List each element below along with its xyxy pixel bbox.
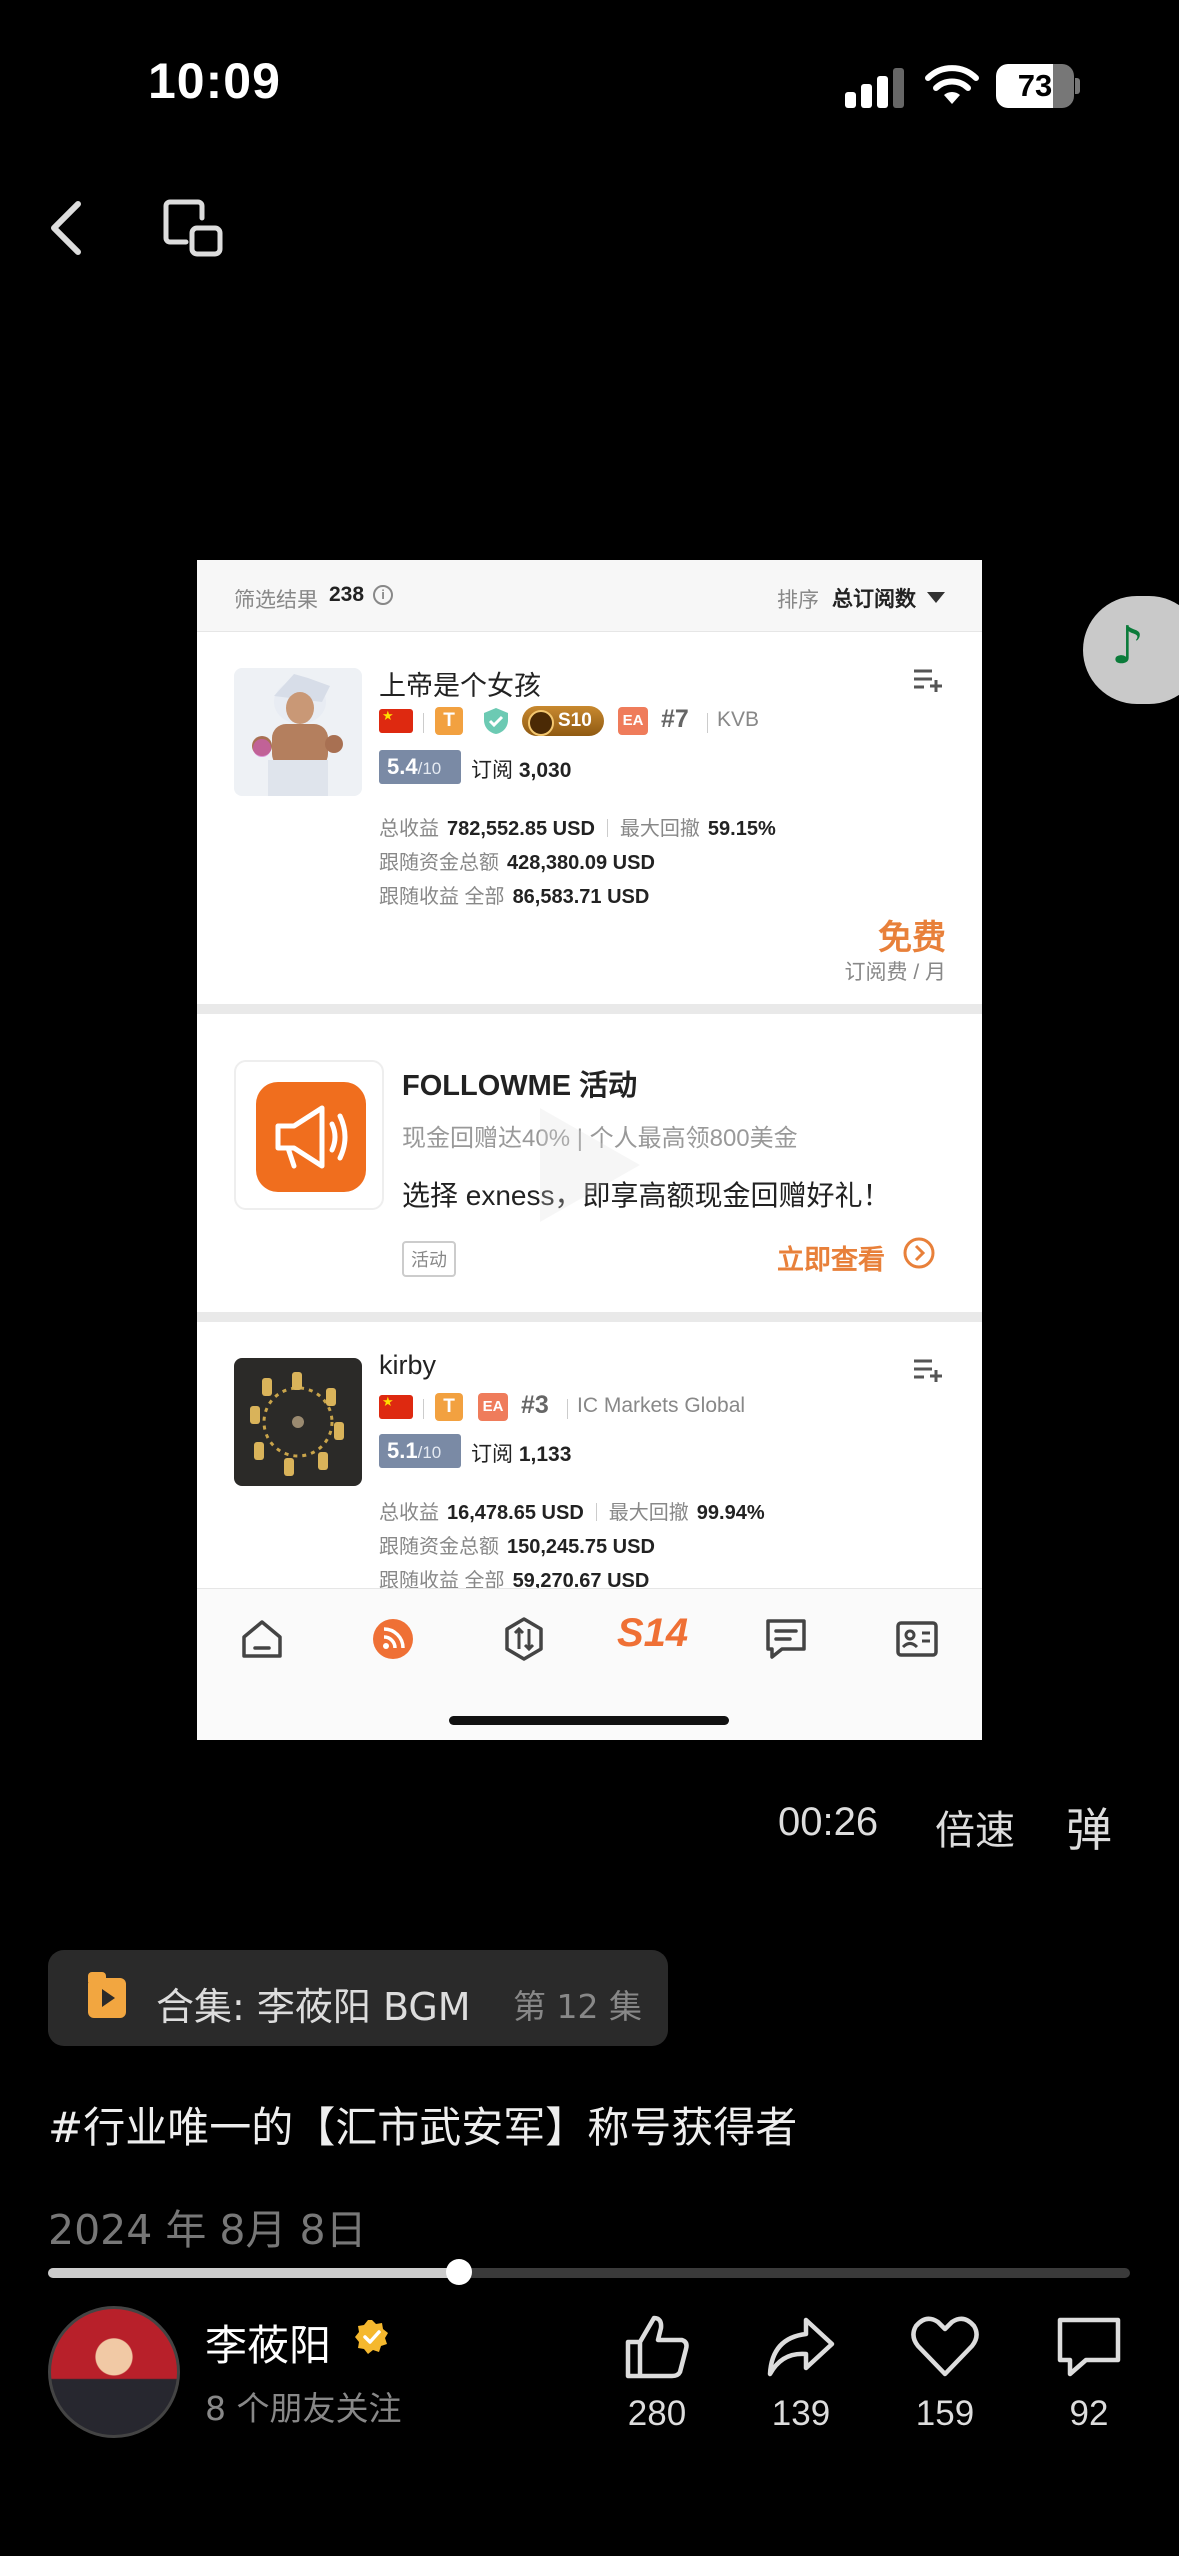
author-name[interactable]: 李莜阳 xyxy=(205,2312,331,2373)
video-caption: #行业唯一的【汇市武安军】称号获得者 xyxy=(48,2103,798,2152)
subscriber-count: 订阅 1,133 xyxy=(471,1443,572,1466)
home-indicator xyxy=(449,1716,729,1725)
status-time: 10:09 xyxy=(148,53,281,109)
trader-card: 上帝是个女孩 T S10 EA #7 KVB 5.4/10 订阅 3,030 总… xyxy=(197,632,982,1004)
thumbs-up-icon xyxy=(625,2315,689,2379)
comment-button[interactable]: 92 xyxy=(1034,2312,1144,2434)
stat-total-profit: 总收益 782,552.85 USD 最大回撤 59.15% xyxy=(379,818,776,840)
speed-button[interactable]: 倍速 xyxy=(935,1798,1015,1856)
progress-fill xyxy=(48,2268,460,2278)
verified-shield-icon xyxy=(484,708,508,734)
stat-total-profit: 总收益 16,478.65 USD 最大回撤 99.94% xyxy=(379,1502,765,1524)
share-icon xyxy=(767,2317,835,2377)
playback-time: 00:26 xyxy=(778,1800,879,1844)
share-button[interactable]: 139 xyxy=(746,2312,856,2434)
add-to-list-icon[interactable] xyxy=(912,1356,944,1384)
messages-icon[interactable] xyxy=(762,1615,810,1663)
subscription-price-unit: 订阅费 / 月 xyxy=(844,961,946,984)
author-avatar[interactable] xyxy=(48,2306,180,2438)
trader-score: 5.4/10 xyxy=(379,750,461,784)
collection-episode: 第 12 集 xyxy=(513,1987,642,2026)
trade-icon[interactable] xyxy=(500,1615,548,1663)
flag-icon-china xyxy=(379,708,413,733)
battery-percent: 73 xyxy=(1017,68,1053,103)
chevron-right-circle-icon[interactable] xyxy=(902,1236,936,1270)
subscriber-count: 订阅 3,030 xyxy=(471,759,572,782)
collection-title: 合集: 李莜阳 BGM xyxy=(156,1985,471,2029)
home-icon[interactable] xyxy=(238,1615,286,1663)
subscription-feed-icon[interactable] xyxy=(369,1615,417,1663)
music-button[interactable]: ♪ xyxy=(1083,596,1179,704)
comment-count: 92 xyxy=(1069,2394,1109,2433)
wifi-icon xyxy=(925,65,979,104)
cellular-signal-icon xyxy=(845,68,904,108)
favorite-button[interactable]: 159 xyxy=(890,2312,1000,2434)
like-button[interactable]: 280 xyxy=(602,2312,712,2434)
friends-following: 8 个朋友关注 xyxy=(205,2389,402,2428)
trader-rank: #7 xyxy=(661,705,689,733)
badge-t: T xyxy=(435,1393,463,1421)
megaphone-icon xyxy=(275,1105,348,1169)
post-date: 2024 年 8月 8日 xyxy=(48,2206,367,2254)
sort-value: 总订阅数 xyxy=(832,588,916,611)
sort-label: 排序 xyxy=(777,589,819,612)
trader-name: 上帝是个女孩 xyxy=(379,671,541,701)
stat-follow-funds: 跟随资金总额 150,245.75 USD xyxy=(379,1536,655,1558)
s14-tab[interactable]: S14 xyxy=(617,1611,688,1661)
trader-broker: KVB xyxy=(717,708,760,731)
music-note-icon: ♪ xyxy=(1111,616,1145,676)
flag-icon-china xyxy=(379,1394,413,1419)
trader-broker: IC Markets Global xyxy=(577,1394,746,1417)
filter-result-label: 筛选结果 xyxy=(234,589,318,612)
info-icon: i xyxy=(373,585,393,605)
profile-card-icon[interactable] xyxy=(893,1615,941,1663)
progress-thumb[interactable] xyxy=(446,2259,473,2285)
stat-follow-funds: 跟随资金总额 428,380.09 USD xyxy=(379,852,655,874)
promo-logo xyxy=(234,1060,384,1210)
trader-name: kirby xyxy=(379,1350,437,1380)
badge-s10: S10 xyxy=(522,706,604,736)
badge-ea: EA xyxy=(478,1393,508,1421)
subscription-price: 免费 xyxy=(878,918,946,958)
share-count: 139 xyxy=(771,2394,831,2433)
badge-t: T xyxy=(435,707,463,735)
verified-badge-icon xyxy=(355,2320,388,2354)
like-count: 280 xyxy=(627,2394,687,2433)
trader-rank: #3 xyxy=(521,1391,549,1419)
stat-follow-profit: 跟随收益 全部 86,583.71 USD xyxy=(379,886,650,908)
trader-score: 5.1/10 xyxy=(379,1434,461,1468)
play-icon[interactable] xyxy=(510,1090,660,1240)
battery-indicator: 73 xyxy=(996,64,1080,108)
picture-in-picture-icon[interactable] xyxy=(160,196,224,260)
filter-result-count: 238 xyxy=(329,583,365,606)
comment-icon xyxy=(1057,2317,1121,2377)
danmaku-button[interactable]: 弹 xyxy=(1066,1794,1112,1860)
trader-avatar xyxy=(234,1358,362,1486)
badge-ea: EA xyxy=(618,707,648,735)
promo-view-link[interactable]: 立即查看 xyxy=(777,1238,885,1277)
collection-chip[interactable]: 合集: 李莜阳 BGM 第 12 集 xyxy=(48,1950,668,2046)
sort-caret-icon xyxy=(927,592,945,603)
back-icon[interactable] xyxy=(40,192,96,264)
progress-bar[interactable] xyxy=(48,2259,1130,2285)
favorite-count: 159 xyxy=(915,2394,975,2433)
add-to-list-icon[interactable] xyxy=(912,666,944,694)
filter-bar: 筛选结果 238 i 排序 总订阅数 xyxy=(197,560,982,632)
promo-tag: 活动 xyxy=(402,1241,456,1277)
trader-avatar xyxy=(234,668,362,796)
collection-icon xyxy=(88,1972,126,2018)
heart-icon xyxy=(911,2316,979,2377)
